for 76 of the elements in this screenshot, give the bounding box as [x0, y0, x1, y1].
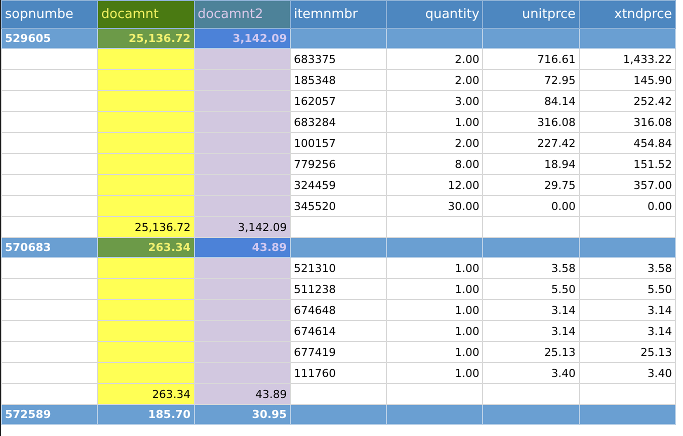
table-cell: 677419 [290, 342, 387, 362]
table-cell: 145.90 [579, 70, 676, 90]
table-cell: 316.08 [579, 112, 676, 132]
table-cell: 521310 [290, 258, 387, 278]
table-cell: 2.00 [386, 70, 483, 90]
table-cell: 2.00 [386, 48, 483, 70]
table-cell: 716.61 [482, 48, 580, 70]
table-cell: 3.14 [482, 320, 580, 342]
table-cell: 5.50 [579, 278, 676, 300]
table-cell: 18.94 [482, 154, 580, 174]
table-cell: 162057 [290, 90, 387, 112]
total-cell: 25,136.72 [98, 216, 194, 238]
table-cell: 100157 [290, 132, 387, 154]
column-header[interactable]: docamnt2 [194, 0, 290, 28]
table-cell: 3.58 [482, 258, 580, 278]
table-cell: 3.00 [386, 90, 483, 112]
table-cell: 1.00 [386, 342, 483, 362]
table-cell: 25.13 [579, 342, 676, 362]
table-cell: 3.14 [579, 320, 676, 342]
group-cell: 570683 [2, 238, 98, 258]
table-cell: 683284 [290, 112, 387, 132]
table-cell: 72.95 [482, 70, 580, 90]
table-cell: 30.00 [386, 196, 483, 216]
table-cell: 1.00 [386, 258, 483, 278]
table-cell: 1.00 [386, 362, 483, 384]
table-cell: 1.00 [386, 278, 483, 300]
table-cell: 511238 [290, 278, 387, 300]
group-cell: 529605 [2, 28, 98, 48]
total-cell: 43.89 [194, 384, 290, 404]
table-cell: 316.08 [482, 112, 580, 132]
table-cell: 3.14 [482, 300, 580, 320]
table-cell: 674648 [290, 300, 387, 320]
column-header[interactable]: docamnt [98, 0, 194, 28]
column-header[interactable]: itemnmbr [290, 0, 387, 28]
total-cell: 263.34 [98, 384, 194, 404]
table-cell: 0.00 [579, 196, 676, 216]
table-cell: 683375 [290, 48, 387, 70]
group-cell: 572589 [2, 404, 98, 424]
table-cell: 454.84 [579, 132, 676, 154]
group-cell: 43.89 [194, 238, 290, 258]
table-cell: 227.42 [482, 132, 580, 154]
table-cell: 3.40 [482, 362, 580, 384]
group-cell: 3,142.09 [194, 28, 290, 48]
total-cell: 3,142.09 [194, 216, 290, 238]
column-header[interactable]: xtndprce [579, 0, 676, 28]
table-cell: 357.00 [579, 174, 676, 196]
table-cell: 2.00 [386, 132, 483, 154]
table-cell: 3.58 [579, 258, 676, 278]
table-cell: 185348 [290, 70, 387, 90]
table-cell: 252.42 [579, 90, 676, 112]
table-cell: 29.75 [482, 174, 580, 196]
table-cell: 12.00 [386, 174, 483, 196]
group-cell: 25,136.72 [98, 28, 194, 48]
column-header[interactable]: sopnumbe [2, 0, 98, 28]
table-cell: 1.00 [386, 112, 483, 132]
group-cell: 185.70 [98, 404, 194, 424]
table-cell: 111760 [290, 362, 387, 384]
table-cell: 3.14 [579, 300, 676, 320]
column-header[interactable]: quantity [386, 0, 483, 28]
table-cell: 8.00 [386, 154, 483, 174]
table-cell: 1.00 [386, 320, 483, 342]
table-cell: 5.50 [482, 278, 580, 300]
table-cell: 1,433.22 [579, 48, 676, 70]
table-cell: 25.13 [482, 342, 580, 362]
column-header[interactable]: unitprce [482, 0, 580, 28]
table-cell: 84.14 [482, 90, 580, 112]
table-cell: 674614 [290, 320, 387, 342]
table-cell: 151.52 [579, 154, 676, 174]
table-cell: 345520 [290, 196, 387, 216]
table-cell: 0.00 [482, 196, 580, 216]
table-cell: 324459 [290, 174, 387, 196]
group-cell: 30.95 [194, 404, 290, 424]
group-cell: 263.34 [98, 238, 194, 258]
table-cell: 1.00 [386, 300, 483, 320]
table-cell: 779256 [290, 154, 387, 174]
table-cell: 3.40 [579, 362, 676, 384]
